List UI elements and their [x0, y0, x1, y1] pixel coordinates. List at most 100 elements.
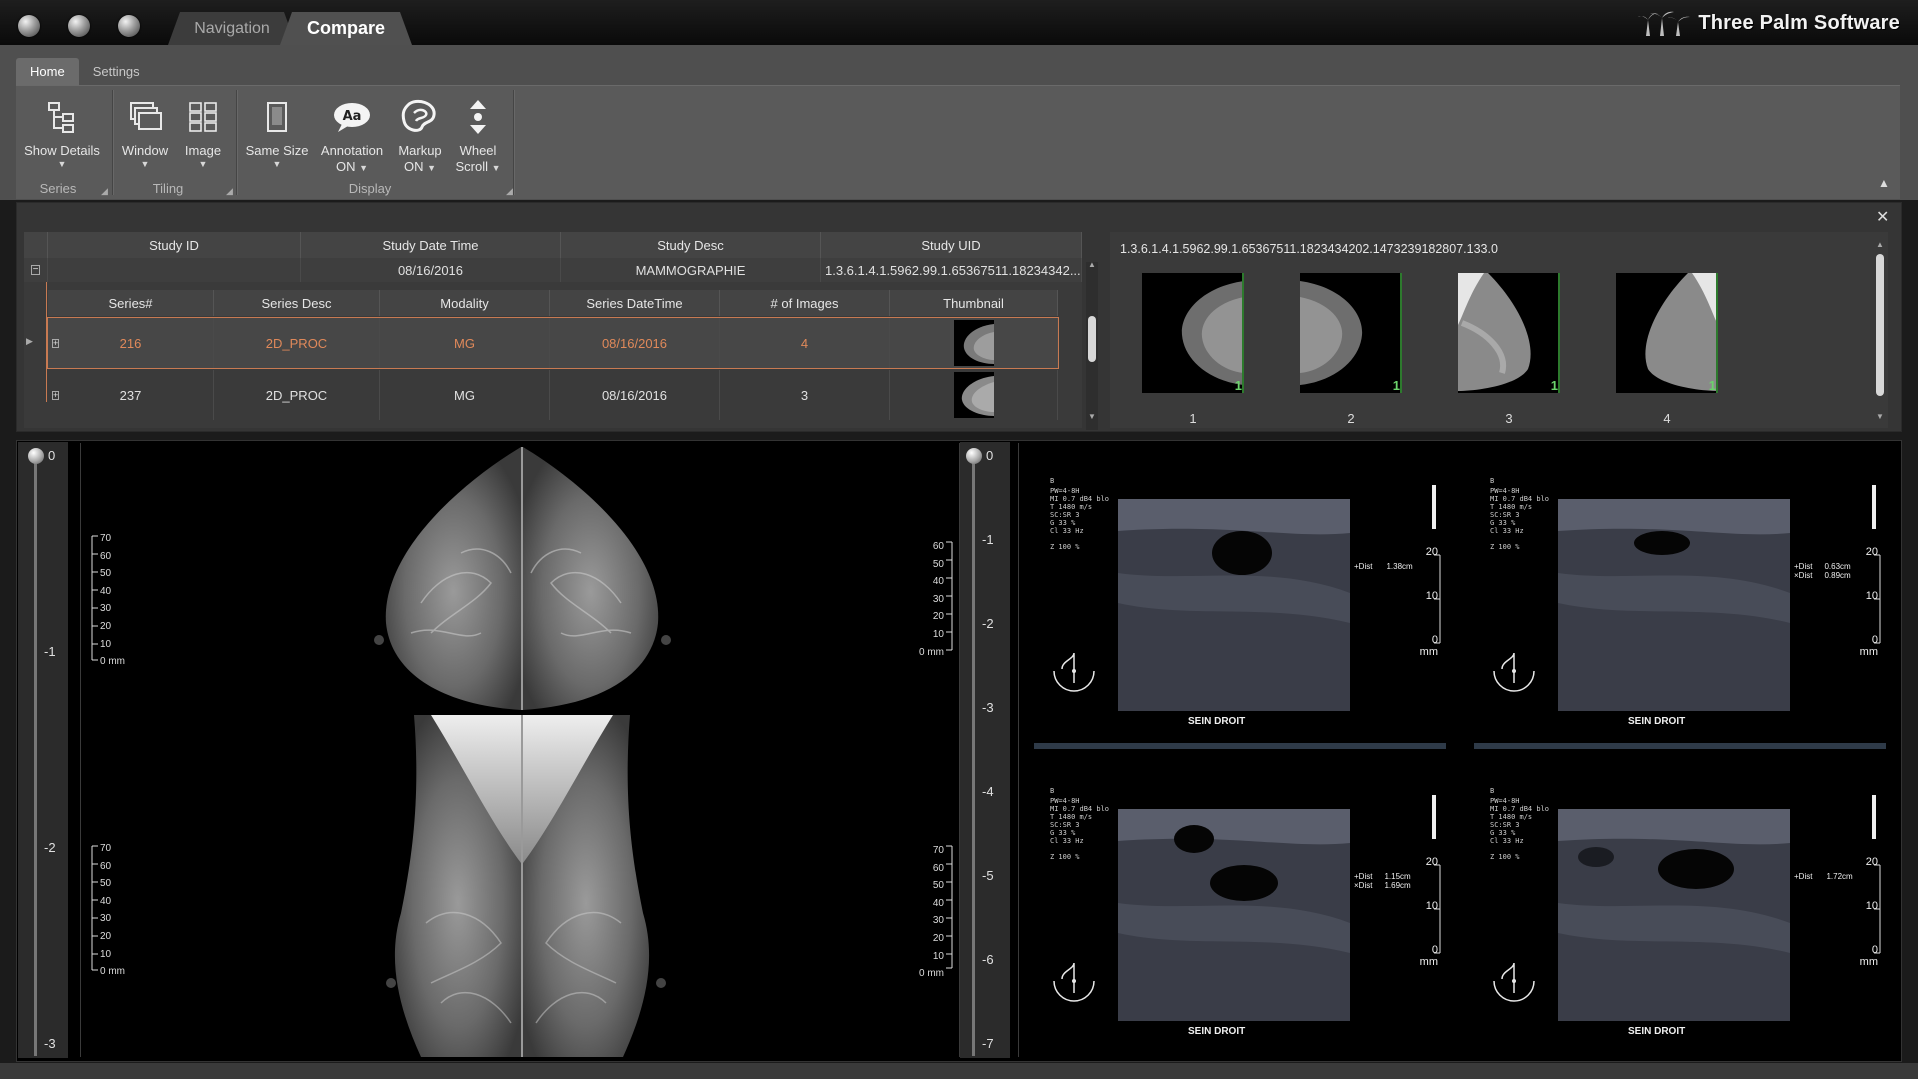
study-id-cell — [48, 258, 301, 282]
dialog-launcher-icon[interactable]: ◢ — [226, 186, 233, 197]
column-header[interactable]: Study UID — [821, 232, 1082, 258]
us-measurement: +Dist 1.38cm — [1354, 562, 1413, 571]
markup-toggle-button[interactable]: Markup ON ▼ — [392, 95, 448, 175]
study-date-cell: 08/16/2016 — [301, 258, 561, 282]
study-header-row: Study ID Study Date Time Study Desc Stud… — [24, 232, 1082, 258]
series-desc-cell: 2D_PROC — [214, 318, 380, 368]
left-ruler-top-labels: 70 60 50 40 30 20 10 0 mm — [100, 533, 125, 668]
series-thumbnail[interactable] — [953, 372, 994, 418]
grid-scrollbar[interactable]: ▲ ▼ — [1086, 260, 1098, 430]
dialog-launcher-icon[interactable]: ◢ — [101, 186, 108, 197]
tree-line — [46, 282, 47, 402]
collapse-toggle-icon[interactable]: − — [24, 258, 48, 282]
column-header[interactable]: Modality — [380, 290, 550, 316]
series-row[interactable]: + 216 2D_PROC MG 08/16/2016 4 — [47, 317, 1059, 369]
thumbnail-cell — [890, 318, 1058, 368]
group-label-display: Display — [348, 181, 392, 196]
left-series-slider[interactable]: 0 -1 -2 -3 — [18, 442, 68, 1058]
window-button[interactable]: Window ▼ — [118, 95, 172, 169]
series-datetime-cell: 08/16/2016 — [550, 370, 720, 420]
series-uid-label: 1.3.6.1.4.1.5962.99.1.65367511.182343420… — [1120, 242, 1498, 256]
same-size-label: Same Size — [245, 143, 309, 158]
thumbnail-3[interactable]: 1 — [1458, 273, 1560, 393]
column-header[interactable]: # of Images — [720, 290, 890, 316]
annotation-toggle-button[interactable]: Aa Annotation ON ▼ — [318, 95, 386, 175]
scrollbar-thumb[interactable] — [1876, 254, 1884, 396]
ribbon-tab-home[interactable]: Home — [16, 58, 79, 85]
column-header[interactable]: Series Desc — [214, 290, 380, 316]
svg-text:G 33 %: G 33 % — [1490, 519, 1516, 527]
column-header[interactable]: Series DateTime — [550, 290, 720, 316]
us-label: SEIN DROIT — [1628, 716, 1686, 727]
palm-logo-icon — [1638, 11, 1691, 36]
ribbon-tab-settings[interactable]: Settings — [79, 58, 154, 85]
thumbnail-4[interactable]: 1 — [1616, 273, 1718, 393]
chevron-down-icon: ▼ — [272, 159, 282, 169]
slider-label: -3 — [44, 1036, 56, 1051]
right-ruler-bottom — [946, 844, 956, 975]
scroll-up-icon[interactable]: ▲ — [1088, 260, 1096, 269]
scroll-down-icon[interactable]: ▼ — [1876, 412, 1884, 421]
group-separator — [112, 90, 113, 195]
image-button[interactable]: Image ▼ — [176, 95, 230, 169]
expand-toggle-icon[interactable]: + — [52, 390, 60, 400]
close-icon[interactable]: ✕ — [1876, 207, 1889, 227]
right-series-slider[interactable]: 0 -1 -2 -3 -4 -5 -6 -7 — [960, 442, 1010, 1058]
chevron-down-icon: ▼ — [198, 159, 208, 169]
wheel-scroll-button[interactable]: Wheel Scroll ▼ — [452, 95, 504, 175]
study-row[interactable]: − 08/16/2016 MAMMOGRAPHIE 1.3.6.1.4.1.59… — [24, 258, 1082, 282]
thumbnail-scrollbar[interactable]: ▲ ▼ — [1874, 240, 1886, 424]
title-bar: Navigation Compare Three Palm Software — [0, 0, 1918, 45]
slider-knob[interactable] — [966, 448, 982, 464]
right-ruler-top-labels: 60 50 40 30 20 10 0 mm — [919, 541, 944, 658]
group-separator — [236, 90, 237, 195]
tree-details-icon — [40, 95, 84, 139]
mammography-viewport[interactable] — [80, 443, 960, 1057]
scroll-up-icon[interactable]: ▲ — [1876, 240, 1884, 249]
thumbnail-2[interactable]: 1 — [1300, 273, 1402, 393]
scroll-down-icon[interactable]: ▼ — [1088, 412, 1096, 421]
series-num-cell: + 216 — [48, 318, 214, 368]
tab-compare[interactable]: Compare — [280, 12, 412, 45]
svg-text:G 33 %: G 33 % — [1490, 829, 1516, 837]
show-details-button[interactable]: Show Details ▼ — [22, 95, 102, 169]
tab-navigation[interactable]: Navigation — [168, 12, 296, 45]
annotation-label: Annotation — [320, 143, 384, 158]
group-label-tiling: Tiling — [152, 181, 184, 196]
svg-text:SC:SR 3: SC:SR 3 — [1050, 821, 1080, 829]
column-header[interactable]: Study Desc — [561, 232, 821, 258]
us-label: SEIN DROIT — [1188, 1026, 1246, 1037]
thumbnail-number: 4 — [1663, 411, 1671, 426]
window-button-maximize[interactable] — [118, 15, 140, 37]
series-thumbnail[interactable] — [953, 320, 994, 366]
ultrasound-tile-4[interactable]: B PW=4-8H MI 0.7 dB4 blo T 1480 m/s SC:SR 3G… — [1470, 753, 1900, 1057]
dialog-launcher-icon[interactable]: ◢ — [506, 186, 513, 197]
slider-label: -4 — [982, 784, 994, 799]
ultrasound-tile-3[interactable]: B PW=4-8H MI 0.7 dB4 blo T 1480 m/s SC:SR 3G… — [1030, 753, 1460, 1057]
collapse-ribbon-icon[interactable]: ▲ — [1878, 176, 1890, 190]
column-header[interactable]: Study ID — [48, 232, 301, 258]
chevron-down-icon: ▼ — [57, 159, 67, 169]
status-strip — [0, 1063, 1918, 1079]
svg-text:Z 100 %: Z 100 % — [1050, 543, 1080, 551]
scrollbar-thumb[interactable] — [1088, 316, 1096, 362]
ultrasound-tile-2[interactable]: B PW=4-8H MI 0.7 dB4 blo T 1480 m/s SC:SR 3G… — [1470, 443, 1900, 749]
svg-text:B: B — [1050, 477, 1054, 485]
series-row[interactable]: + 237 2D_PROC MG 08/16/2016 3 — [48, 370, 1058, 420]
same-size-button[interactable]: Same Size ▼ — [242, 95, 312, 169]
window-button-close[interactable] — [18, 15, 40, 37]
column-header[interactable]: Series# — [48, 290, 214, 316]
column-header[interactable]: Study Date Time — [301, 232, 561, 258]
thumbnail-number: 1 — [1189, 411, 1197, 426]
svg-text:Cl 33 Hz: Cl 33 Hz — [1050, 527, 1084, 535]
svg-text:Z 100 %: Z 100 % — [1490, 543, 1520, 551]
window-button-minimize[interactable] — [68, 15, 90, 37]
column-header[interactable]: Thumbnail — [890, 290, 1058, 316]
thumbnail-1[interactable]: 1 — [1142, 273, 1244, 393]
slider-knob[interactable] — [28, 448, 44, 464]
svg-text:Z 100 %: Z 100 % — [1050, 853, 1080, 861]
expand-toggle-icon[interactable]: + — [52, 338, 60, 348]
ultrasound-tile-1[interactable]: B PW=4-8H MI 0.7 dB4 blo T 1480 m/s SC:SR 3G… — [1030, 443, 1460, 749]
svg-text:B: B — [1490, 477, 1494, 485]
wheel-state: Scroll ▼ — [455, 159, 501, 174]
